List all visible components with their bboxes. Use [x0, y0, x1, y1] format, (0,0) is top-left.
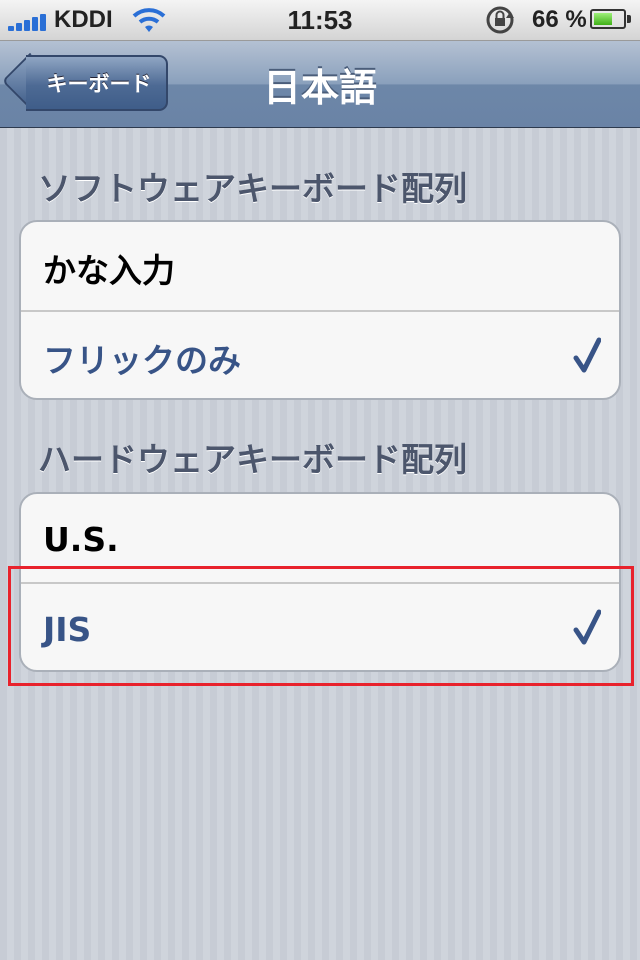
section-header-software: ソフトウェアキーボード配列: [38, 169, 467, 208]
navigation-bar: キーボード 日本語: [0, 41, 640, 128]
option-kana-input[interactable]: かな入力: [21, 222, 619, 310]
battery-icon: [590, 9, 626, 29]
status-bar: KDDI 11:53 66 %: [0, 0, 640, 41]
option-label: かな入力: [43, 251, 175, 290]
page-title: 日本語: [262, 66, 377, 110]
option-label: U.S.: [43, 520, 119, 559]
section-header-hardware: ハードウェアキーボード配列: [38, 440, 467, 479]
option-flick-only[interactable]: フリックのみ: [21, 310, 619, 398]
software-layout-group: かな入力 フリックのみ: [19, 220, 621, 400]
highlight-annotation: [8, 566, 634, 686]
rotation-lock-icon: [484, 4, 516, 42]
option-label: フリックのみ: [43, 341, 241, 380]
battery-percent: 66 %: [532, 6, 587, 33]
checkmark-icon: [573, 337, 601, 373]
battery-nub: [627, 15, 631, 23]
battery-fill: [594, 13, 613, 25]
